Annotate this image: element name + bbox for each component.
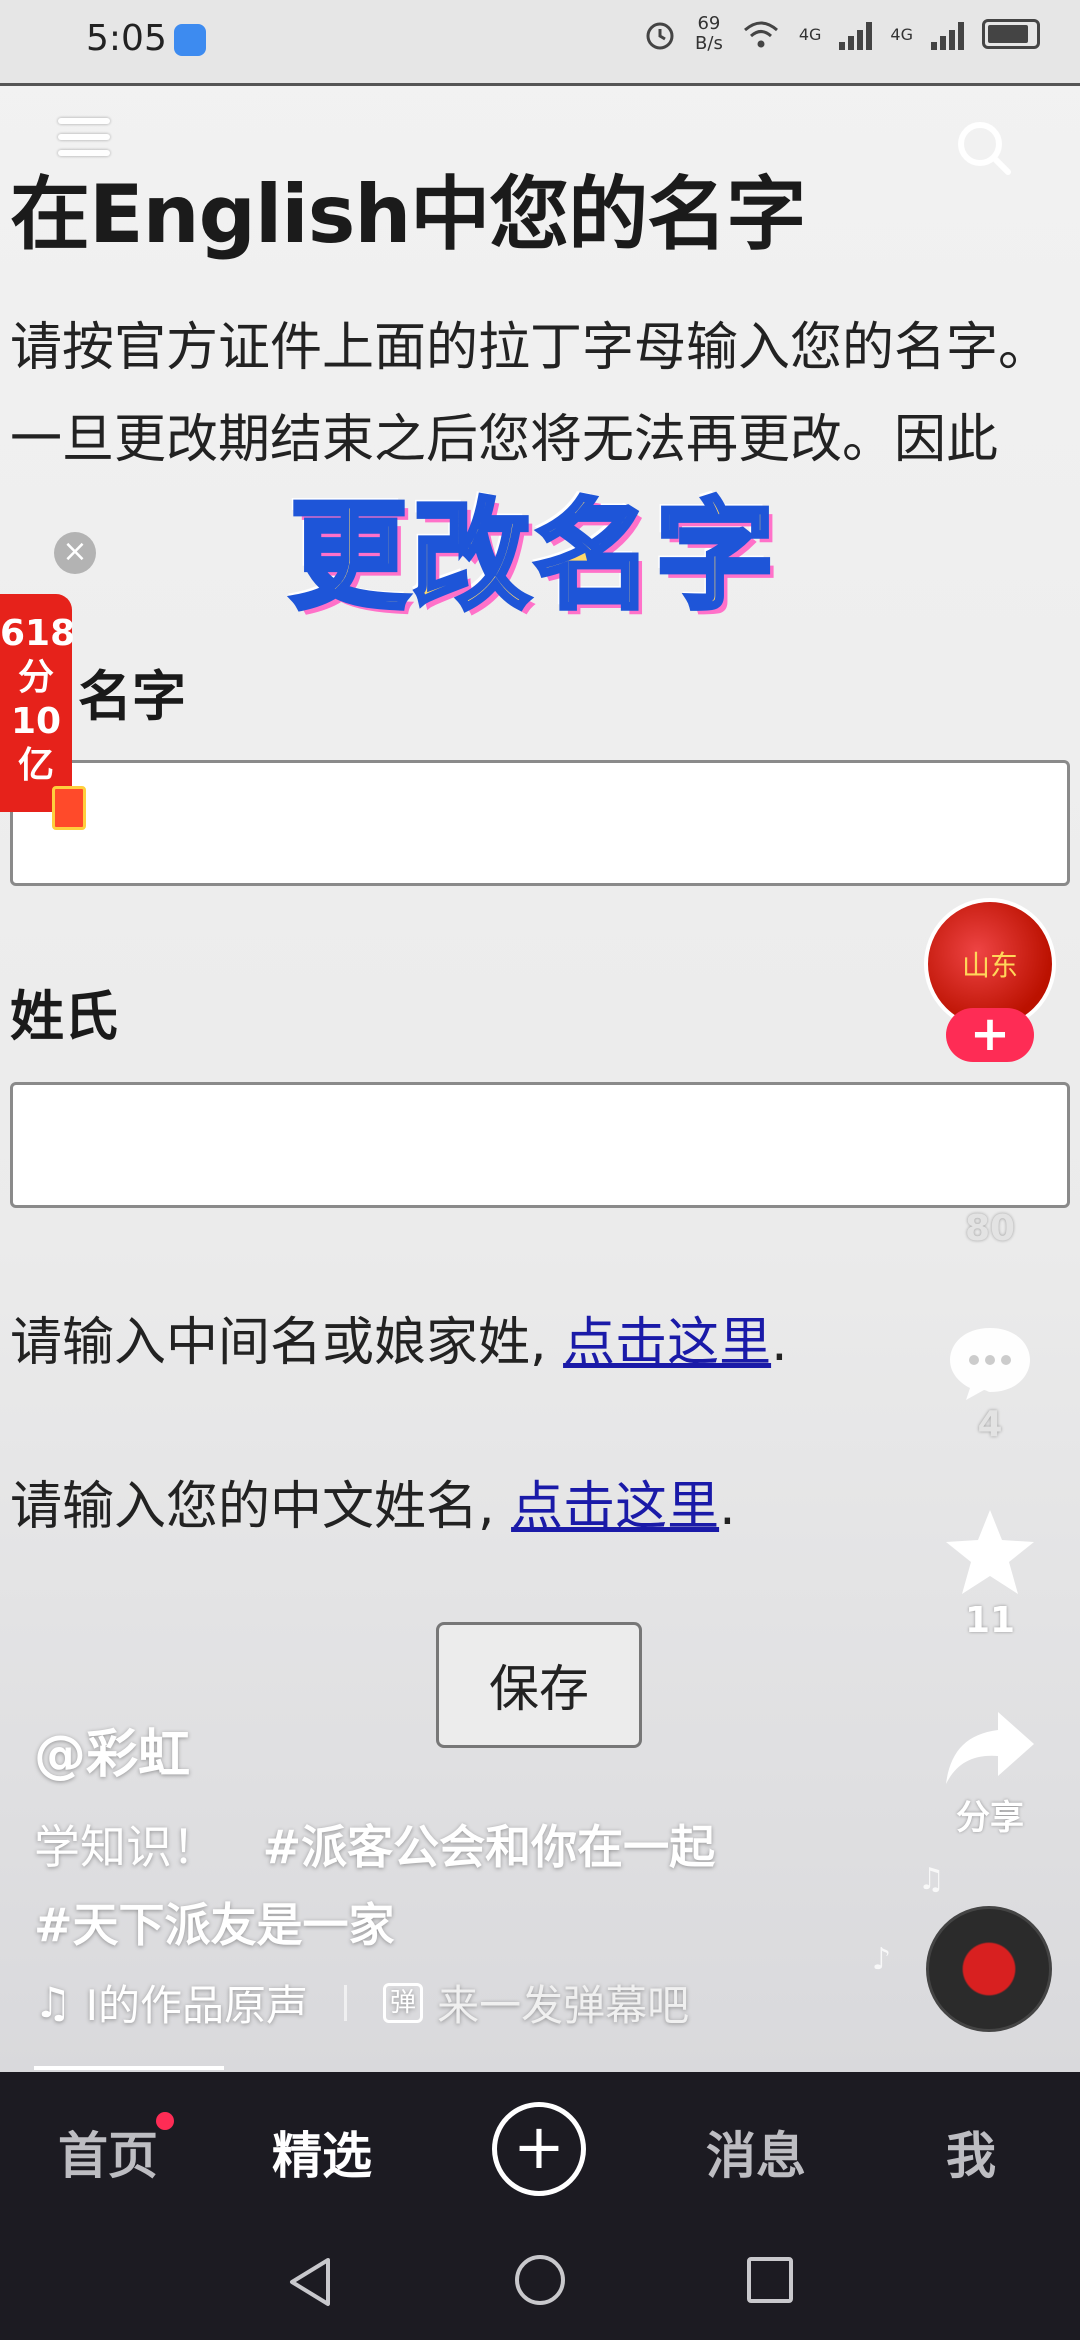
favorite-count: 11	[964, 1600, 1016, 1641]
music-note-icon-small: ♪	[872, 1942, 892, 1977]
sticker-title: 更改名字	[287, 485, 779, 628]
signal-type-2: 4G	[890, 24, 913, 44]
back-icon[interactable]	[284, 2254, 336, 2310]
music-note-icon: ♫	[918, 1862, 945, 1897]
last-name-field[interactable]	[10, 1082, 1070, 1208]
tab-me[interactable]: 我	[946, 2116, 996, 2188]
favorite-button[interactable]: 11	[932, 1506, 1048, 1641]
like-button[interactable]: 80	[932, 1120, 1048, 1249]
music-note-icon: ♫	[34, 1978, 72, 2027]
music-disc-icon[interactable]	[926, 1906, 1052, 2032]
caption-text: 学知识！	[34, 1820, 218, 1874]
save-button[interactable]: 保存	[436, 1622, 642, 1748]
first-name-label: 名字	[78, 665, 186, 728]
red-envelope-icon[interactable]	[52, 786, 86, 830]
net-speed-value: 69	[697, 13, 721, 34]
comment-count: 4	[977, 1404, 1003, 1445]
net-speed-unit: B/s	[695, 33, 723, 54]
notification-dot	[156, 2112, 174, 2130]
star-icon	[946, 1510, 1034, 1594]
first-name-field[interactable]	[10, 760, 1070, 886]
chinese-name-period: .	[719, 1477, 736, 1537]
status-bar: 5:05 69 B/s 4G 4G	[0, 0, 1080, 86]
middle-name-link[interactable]: 点击这里	[563, 1313, 771, 1373]
share-label: 分享	[956, 1798, 1024, 1838]
home-icon[interactable]	[512, 2252, 568, 2308]
status-time: 5:05	[86, 18, 167, 59]
chinese-name-link[interactable]: 点击这里	[511, 1477, 719, 1537]
alarm-icon	[646, 22, 674, 50]
promo-close-icon[interactable]: ×	[54, 532, 96, 574]
chinese-name-line: 请输入您的中文姓名, 点击这里.	[10, 1464, 736, 1539]
like-count: 80	[964, 1208, 1016, 1249]
chinese-name-text: 请输入您的中文姓名,	[10, 1477, 512, 1537]
danmaku-input[interactable]: 来一发弹幕吧	[437, 1972, 689, 2033]
last-name-label: 姓氏	[10, 985, 118, 1048]
middle-name-text: 请输入中间名或娘家姓,	[10, 1313, 564, 1373]
music-title[interactable]: I的作品原声	[86, 1972, 308, 2033]
status-icons: 69 B/s 4G 4G	[643, 14, 1040, 54]
promo-line-4: 亿	[17, 745, 54, 786]
signal-type-1: 4G	[798, 24, 822, 44]
app-notification-icon	[174, 24, 206, 56]
promo-line-1: 618	[0, 613, 76, 654]
form-instructions: 请按官方证件上面的拉丁字母输入您的名字。 一旦更改期结束之后您将无法再更改。因此	[10, 318, 1051, 470]
danmaku-icon: 弹	[383, 1982, 424, 2023]
author-name[interactable]: @彩虹	[34, 1712, 190, 1787]
video-caption: 学知识！ #派客公会和你在一起 #天下派友是一家	[34, 1808, 794, 1964]
comment-icon	[950, 1328, 1030, 1400]
add-post-button[interactable]: +	[492, 2102, 586, 2196]
bottom-nav: 首页 精选 + 消息 我	[0, 2072, 1080, 2220]
promo-line-3: 10	[10, 701, 62, 742]
music-row: ♫ I的作品原声 弹 来一发弹幕吧	[34, 1972, 689, 2033]
search-icon[interactable]	[954, 118, 1014, 178]
promo-badge[interactable]: 618 分 10 亿	[0, 594, 76, 812]
tab-messages[interactable]: 消息	[706, 2116, 806, 2188]
comment-button[interactable]: 4	[932, 1322, 1048, 1445]
signal-icon-1	[839, 18, 873, 50]
share-icon	[946, 1712, 1034, 1784]
hashtag-2[interactable]: #天下派友是一家	[34, 1898, 395, 1952]
middle-name-line: 请输入中间名或娘家姓, 点击这里.	[10, 1300, 788, 1375]
system-nav-bar	[0, 2220, 1080, 2340]
battery-icon	[982, 19, 1040, 49]
divider	[344, 1984, 348, 2021]
follow-button[interactable]: +	[946, 1008, 1034, 1062]
tab-home[interactable]: 首页	[58, 2116, 158, 2188]
form-heading: 在English中您的名字	[10, 168, 806, 261]
wifi-icon	[743, 21, 778, 48]
share-button[interactable]: 分享	[932, 1706, 1048, 1839]
hashtag-1[interactable]: #派客公会和你在一起	[263, 1820, 716, 1874]
signal-icon-2	[931, 18, 964, 50]
middle-name-period: .	[771, 1313, 788, 1373]
net-speed: 69 B/s	[695, 14, 723, 54]
video-progress-bar[interactable]	[34, 2066, 224, 2070]
avatar-text: 山东	[961, 949, 1018, 982]
recents-icon[interactable]	[744, 2254, 796, 2306]
tab-featured[interactable]: 精选	[272, 2116, 372, 2188]
heart-icon	[949, 1128, 1031, 1200]
video-content[interactable]: 5:05 69 B/s 4G 4G 在English中您的名字 请按官方证件上面…	[0, 0, 1080, 2072]
promo-line-2: 分	[17, 657, 54, 698]
